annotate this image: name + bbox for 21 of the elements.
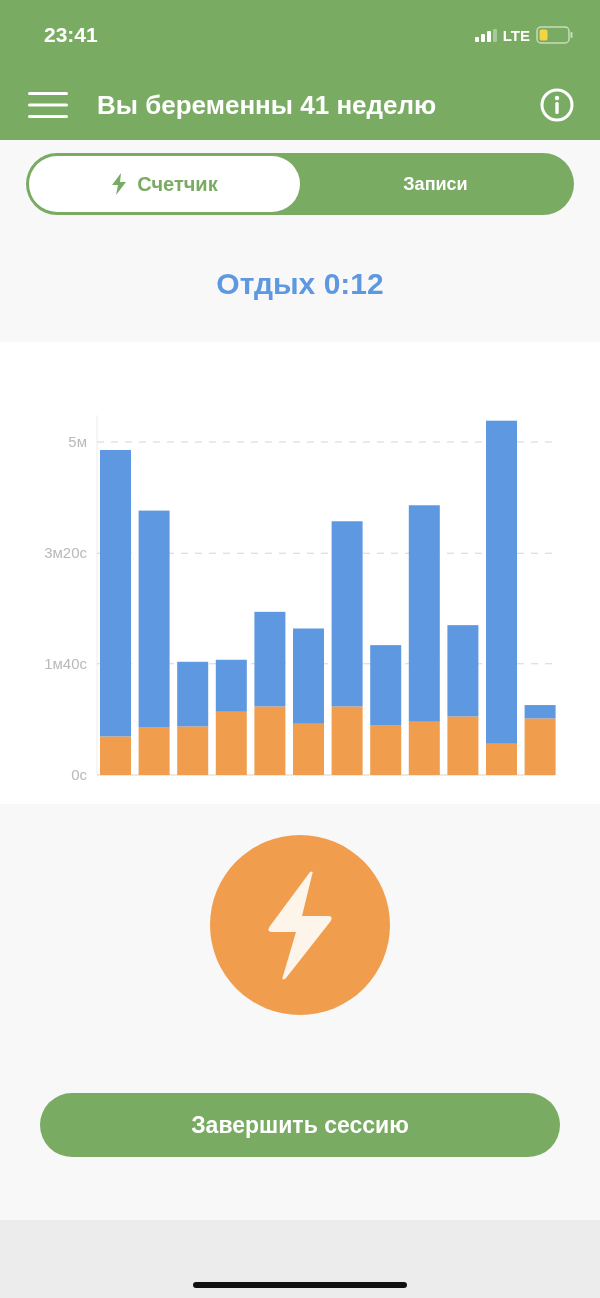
battery-icon bbox=[536, 26, 574, 44]
y-axis-label: 3м20с bbox=[44, 544, 87, 562]
bar-segment bbox=[215, 711, 247, 775]
y-axis-label: 5м bbox=[68, 433, 87, 450]
bar-segment bbox=[177, 661, 209, 727]
bar-segment bbox=[254, 706, 286, 775]
y-axis-label: 0с bbox=[71, 766, 87, 783]
tab[interactable]: Счетчик bbox=[29, 156, 300, 212]
bar-segment bbox=[177, 726, 209, 775]
menu-icon[interactable] bbox=[28, 91, 68, 119]
bolt-icon bbox=[111, 173, 128, 195]
network-label: LTE bbox=[502, 26, 530, 44]
rest-timer: Отдых 0:12 bbox=[216, 267, 384, 301]
header-title: Вы беременны 41 неделю bbox=[97, 89, 438, 121]
tab[interactable]: Записи bbox=[300, 156, 571, 212]
info-icon[interactable] bbox=[540, 88, 574, 122]
end-session-button[interactable]: Завершить сессию bbox=[40, 1093, 560, 1157]
y-axis-label: 1м40с bbox=[44, 654, 87, 672]
signal-icon bbox=[474, 28, 497, 42]
status-time: 23:41 bbox=[44, 23, 98, 47]
bar-segment bbox=[215, 659, 247, 712]
